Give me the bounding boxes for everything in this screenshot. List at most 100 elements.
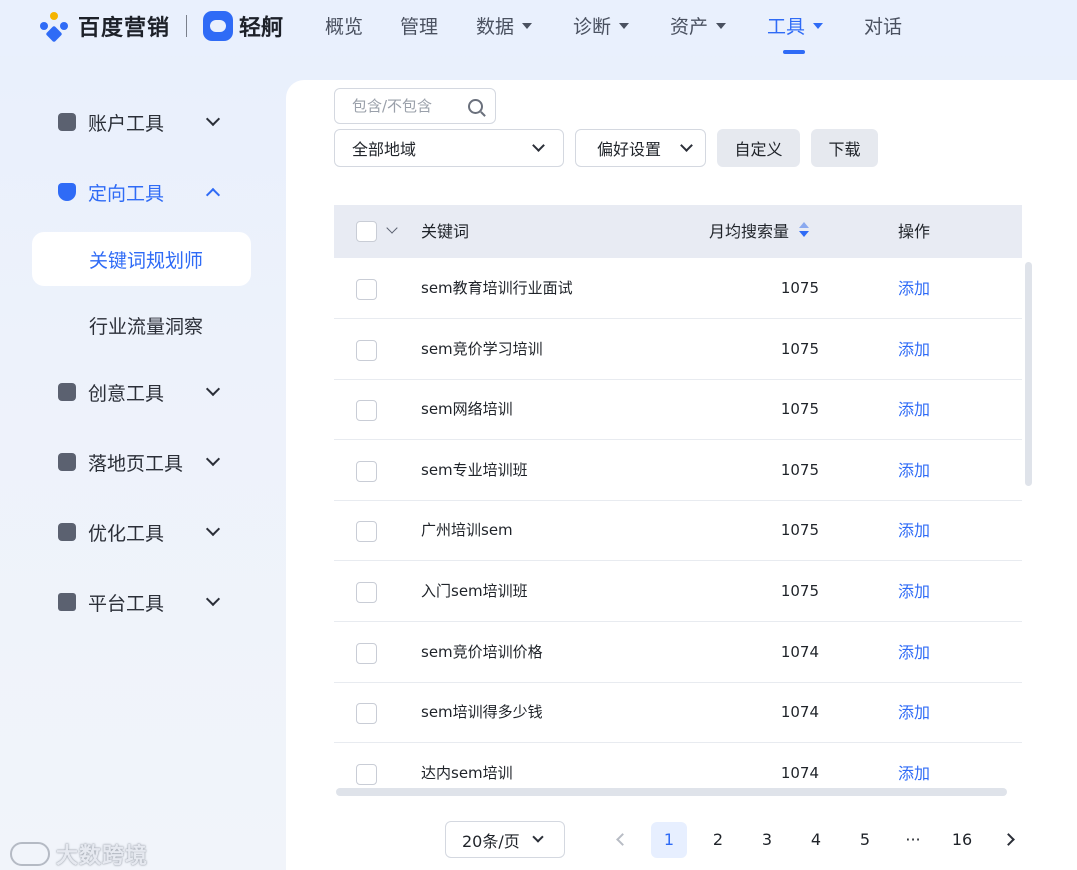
- customize-button[interactable]: 自定义: [717, 129, 800, 167]
- row-checkbox[interactable]: [356, 521, 377, 543]
- caret-down-icon: [522, 22, 533, 29]
- vertical-scrollbar[interactable]: [1025, 262, 1032, 486]
- sidebar-group-optimization-tools[interactable]: 优化工具: [58, 517, 228, 547]
- column-header-monthly-volume[interactable]: 月均搜索量: [709, 205, 789, 258]
- watermark-logo-icon: [10, 842, 50, 866]
- row-checkbox[interactable]: [356, 460, 377, 482]
- row-checkbox[interactable]: [356, 339, 377, 361]
- volume-cell: 1074: [780, 642, 819, 661]
- page-3-button[interactable]: 3: [749, 822, 785, 858]
- nav-tools[interactable]: 工具: [767, 0, 824, 56]
- volume-cell: 1075: [780, 279, 819, 297]
- table-row: 达内sem培训 1074 添加: [334, 743, 1022, 788]
- sidebar-item-keyword-planner[interactable]: 关键词规划师: [32, 232, 251, 286]
- add-keyword-link[interactable]: 添加: [898, 379, 930, 440]
- sidebar-group-creative-tools[interactable]: 创意工具: [58, 377, 228, 407]
- page-2-button[interactable]: 2: [700, 822, 736, 858]
- download-button[interactable]: 下载: [811, 129, 878, 167]
- keyword-cell: 入门sem培训班: [421, 582, 528, 600]
- search-input[interactable]: [352, 97, 462, 115]
- brand-name: 百度营销: [78, 16, 171, 41]
- volume-cell: 1075: [780, 460, 819, 479]
- volume-cell: 1074: [780, 763, 819, 782]
- brand[interactable]: 百度营销 轻舸: [38, 10, 284, 43]
- sidebar-item-industry-traffic[interactable]: 行业流量洞察: [32, 298, 251, 352]
- nav-overview[interactable]: 概览: [325, 0, 363, 56]
- chevron-down-icon: [205, 521, 221, 537]
- add-keyword-link[interactable]: 添加: [898, 258, 930, 319]
- page-1-button[interactable]: 1: [651, 822, 687, 858]
- sort-icon[interactable]: [799, 222, 809, 240]
- add-keyword-link[interactable]: 添加: [898, 743, 930, 788]
- keyword-cell: 广州培训sem: [421, 521, 513, 540]
- table-row: sem教育培训行业面试 1075 添加: [334, 258, 1022, 319]
- volume-cell: 1075: [780, 400, 819, 419]
- next-page-icon[interactable]: [1002, 833, 1015, 846]
- caret-down-icon: [813, 22, 824, 29]
- page-5-button[interactable]: 5: [847, 822, 883, 858]
- row-checkbox[interactable]: [356, 763, 377, 785]
- keyword-cell: sem专业培训班: [421, 460, 528, 479]
- chevron-down-icon[interactable]: [386, 222, 398, 234]
- image-icon: [58, 383, 76, 401]
- sidebar-group-targeting-tools[interactable]: 定向工具: [58, 177, 228, 207]
- table-row: 入门sem培训班 1075 添加: [334, 561, 1022, 622]
- page-16-button[interactable]: 16: [944, 822, 980, 858]
- caret-down-icon: [619, 22, 630, 29]
- select-all-checkbox[interactable]: [356, 221, 377, 242]
- landing-page-icon: [58, 453, 76, 471]
- sidebar-group-platform-tools[interactable]: 平台工具: [58, 587, 228, 617]
- table-row: sem竞价培训价格 1074 添加: [334, 622, 1022, 683]
- column-header-action: 操作: [898, 222, 931, 241]
- table-row: sem竞价学习培训 1075 添加: [334, 319, 1022, 380]
- row-checkbox[interactable]: [356, 279, 377, 300]
- keyword-cell: sem竞价培训价格: [421, 642, 543, 661]
- page-size-select[interactable]: 20条/页: [445, 821, 565, 858]
- volume-cell: 1075: [780, 339, 819, 358]
- cube-icon: [58, 593, 76, 611]
- keyword-cell: sem教育培训行业面试: [421, 279, 573, 297]
- page-4-button[interactable]: 4: [798, 822, 834, 858]
- table-row: sem培训得多少钱 1074 添加: [334, 682, 1022, 744]
- main-panel: 全部地域 偏好设置 自定义 下载 关键词 月均搜索量 操作 sem教育培训行业面…: [286, 80, 1077, 870]
- chevron-down-icon: [205, 451, 221, 467]
- caret-down-icon: [716, 22, 727, 29]
- targeting-icon: [58, 183, 76, 201]
- region-select[interactable]: 全部地域: [334, 129, 564, 167]
- chevron-down-icon: [532, 139, 545, 152]
- keyword-cell: sem培训得多少钱: [421, 703, 543, 722]
- row-checkbox[interactable]: [356, 703, 377, 725]
- add-keyword-link[interactable]: 添加: [898, 500, 930, 561]
- sidebar-group-landing-page-tools[interactable]: 落地页工具: [58, 447, 228, 477]
- add-keyword-link[interactable]: 添加: [898, 319, 930, 380]
- pagination-ellipsis[interactable]: ···: [895, 822, 931, 858]
- add-keyword-link[interactable]: 添加: [898, 622, 930, 683]
- chevron-down-icon: [532, 831, 544, 843]
- watermark: 大数跨境: [10, 838, 148, 870]
- table-row: sem网络培训 1075 添加: [334, 379, 1022, 441]
- nav-manage[interactable]: 管理: [400, 0, 438, 56]
- row-checkbox[interactable]: [356, 582, 377, 603]
- column-header-keyword: 关键词: [421, 222, 470, 241]
- nav-chat[interactable]: 对话: [864, 0, 902, 56]
- add-keyword-link[interactable]: 添加: [898, 682, 930, 743]
- nav-diagnosis[interactable]: 诊断: [573, 0, 630, 56]
- preference-select[interactable]: 偏好设置: [575, 129, 706, 167]
- keyword-cell: sem网络培训: [421, 400, 513, 419]
- sidebar-group-account-tools[interactable]: 账户工具: [58, 107, 228, 137]
- product-name: 轻舸: [239, 16, 284, 41]
- volume-cell: 1075: [780, 582, 819, 600]
- row-checkbox[interactable]: [356, 642, 377, 664]
- add-keyword-link[interactable]: 添加: [898, 440, 930, 501]
- add-keyword-link[interactable]: 添加: [898, 561, 930, 622]
- chevron-down-icon: [680, 139, 693, 152]
- search-icon[interactable]: [468, 98, 483, 114]
- prev-page-icon[interactable]: [616, 833, 629, 846]
- top-nav-bar: 百度营销 轻舸 概览 管理 数据 诊断 资产 工具 对话: [0, 0, 1077, 56]
- nav-assets[interactable]: 资产: [670, 0, 727, 56]
- sidebar: 账户工具 定向工具 关键词规划师 行业流量洞察 创意工具 落地页工具 优化工具 …: [0, 80, 285, 870]
- horizontal-scrollbar[interactable]: [336, 788, 1007, 796]
- volume-cell: 1075: [780, 521, 819, 540]
- nav-data[interactable]: 数据: [476, 0, 533, 56]
- row-checkbox[interactable]: [356, 400, 377, 422]
